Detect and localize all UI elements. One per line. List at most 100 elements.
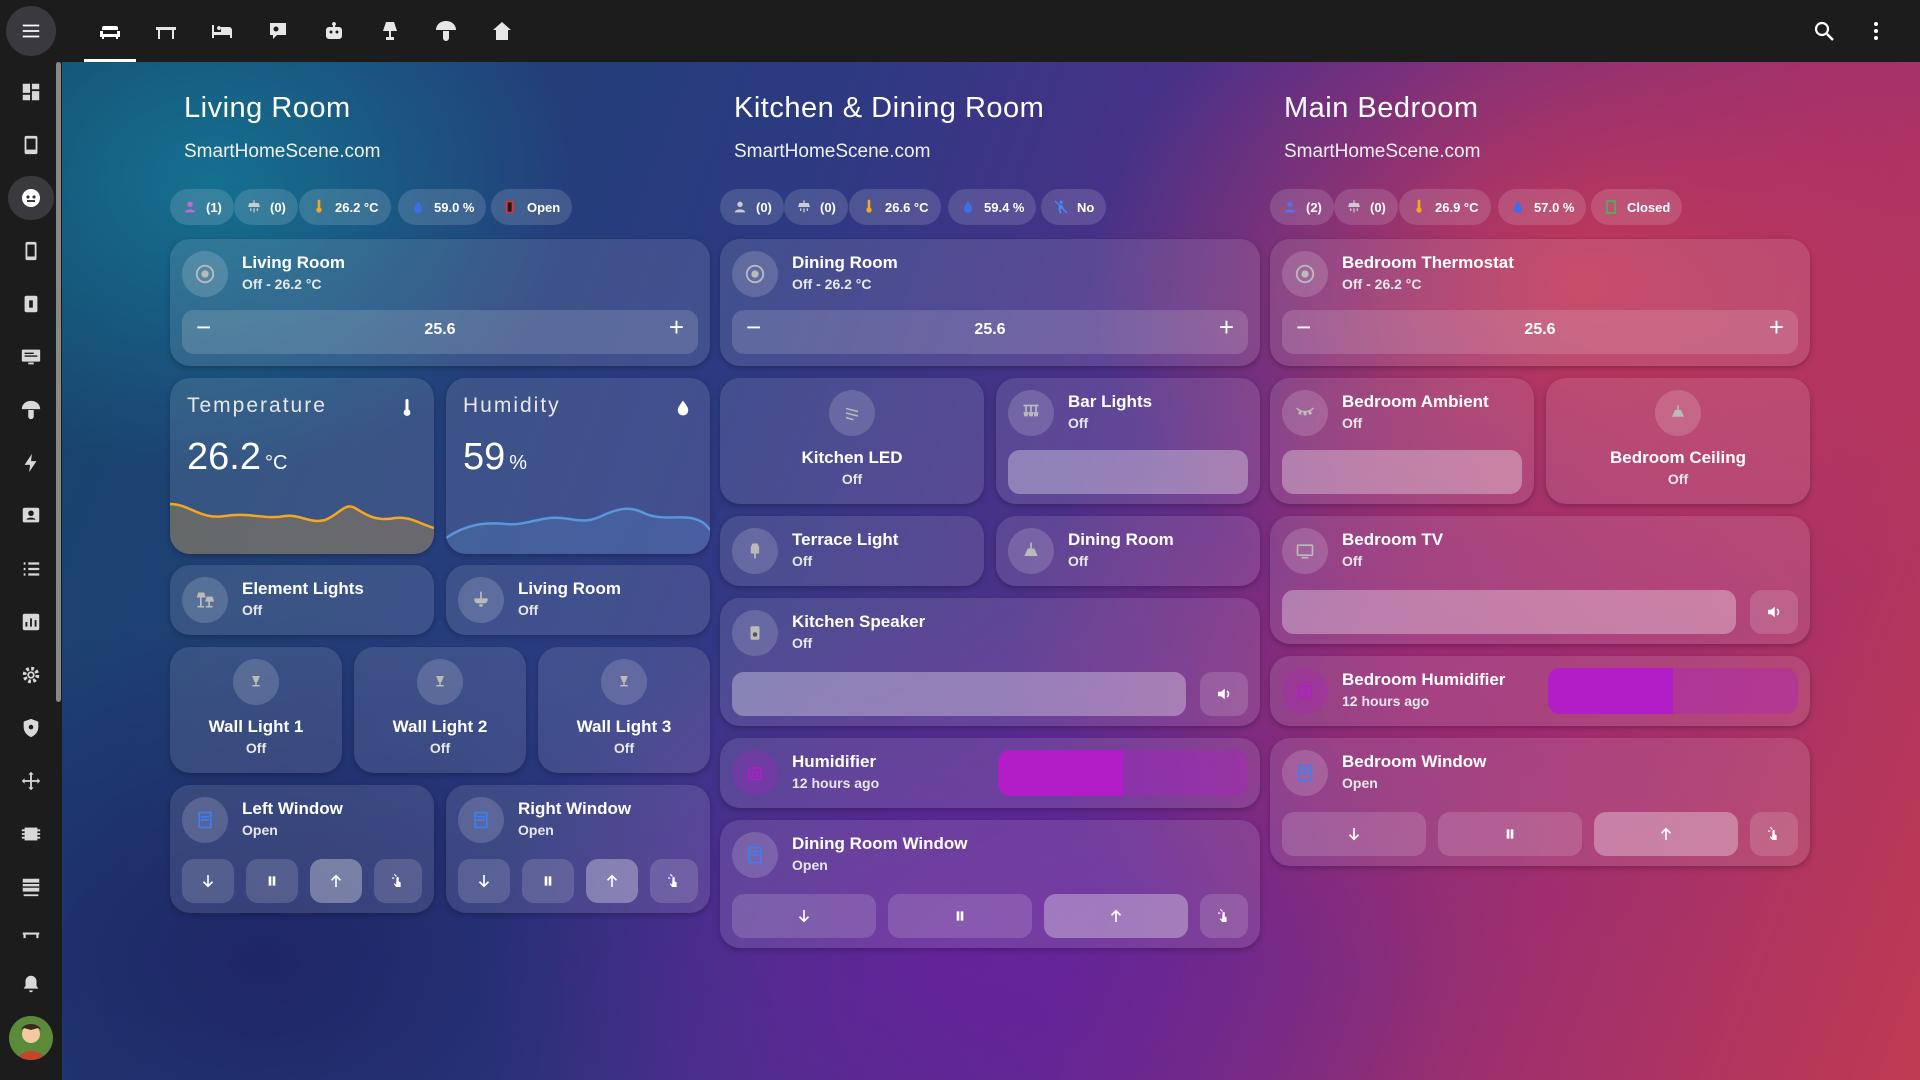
menu-button[interactable] [6, 6, 56, 56]
position-button[interactable] [374, 859, 422, 903]
chip-persons[interactable]: (1) [170, 189, 234, 225]
wall-light-1-card[interactable]: Wall Light 1 Off [170, 647, 342, 773]
position-button[interactable] [1200, 894, 1248, 938]
chip-persons[interactable]: (2) [1270, 189, 1334, 225]
tab-robot[interactable] [306, 0, 362, 62]
kitchen-speaker-card[interactable]: Kitchen Speaker Off [720, 598, 1260, 726]
bar-lights-card[interactable]: Bar Lights Off [996, 378, 1260, 504]
bedroom-window-card[interactable]: Bedroom Window Open [1270, 738, 1810, 866]
thermostat-card[interactable]: Dining Room Off - 26.2 °C − 25.6 + [720, 239, 1260, 366]
humidity-target-slider[interactable] [998, 750, 1248, 796]
chip-temperature[interactable]: 26.2 °C [299, 189, 391, 225]
chip-door-status[interactable]: Open [491, 189, 573, 225]
stop-button[interactable] [1438, 812, 1582, 856]
chip-humidity[interactable]: 59.0 % [398, 189, 487, 225]
dining-room-light-card[interactable]: Dining Room Off [996, 516, 1260, 586]
sidebar-item-mushroom[interactable] [0, 172, 62, 224]
sidebar-item-mushroom-2[interactable] [0, 384, 62, 436]
bedroom-ceiling-card[interactable]: Bedroom Ceiling Off [1546, 378, 1810, 504]
search-button[interactable] [1800, 0, 1848, 62]
tab-living-room[interactable] [82, 0, 138, 62]
chip-motion[interactable]: No [1041, 189, 1107, 225]
thermostat-card[interactable]: Bedroom Thermostat Off - 26.2 °C − 25.6 … [1270, 239, 1810, 366]
sidebar-item-settings[interactable] [0, 649, 62, 701]
increase-button[interactable]: + [1769, 312, 1784, 343]
window-shutter-icon [474, 811, 488, 829]
open-button[interactable] [310, 859, 362, 903]
thermostat-control: − 25.6 + [732, 310, 1248, 354]
increase-button[interactable]: + [1219, 312, 1234, 343]
sidebar-item-monitor[interactable] [0, 331, 62, 383]
position-button[interactable] [650, 859, 698, 903]
chip-temperature[interactable]: 26.9 °C [1399, 189, 1491, 225]
tv-icon [270, 23, 286, 39]
chip-humidity[interactable]: 57.0 % [1498, 189, 1587, 225]
stop-button[interactable] [888, 894, 1032, 938]
volume-button[interactable] [1200, 672, 1248, 716]
brightness-slider[interactable] [1282, 450, 1522, 494]
sidebar-item-energy[interactable] [0, 437, 62, 489]
position-button[interactable] [1750, 812, 1798, 856]
tab-home[interactable] [474, 0, 530, 62]
wall-light-3-card[interactable]: Wall Light 3 Off [538, 647, 710, 773]
sidebar-item-notifications[interactable] [0, 958, 62, 1010]
volume-slider[interactable] [732, 672, 1186, 716]
close-button[interactable] [1282, 812, 1426, 856]
close-button[interactable] [458, 859, 510, 903]
sidebar-item-security[interactable] [0, 702, 62, 754]
tab-media[interactable] [250, 0, 306, 62]
humidity-target-slider[interactable] [1548, 668, 1798, 714]
humidity-sensor-card[interactable]: Humidity 59% [446, 378, 710, 554]
open-button[interactable] [1044, 894, 1188, 938]
left-window-card[interactable]: Left Window Open [170, 785, 434, 913]
terrace-light-card[interactable]: Terrace Light Off [720, 516, 984, 586]
sidebar-item-tablet[interactable] [0, 119, 62, 171]
volume-button[interactable] [1750, 590, 1798, 634]
kitchen-led-card[interactable]: Kitchen LED Off [720, 378, 984, 504]
chip-humidity[interactable]: 59.4 % [948, 189, 1037, 225]
chip-door-status[interactable]: Closed [1591, 189, 1683, 225]
chip-persons[interactable]: (0) [720, 189, 784, 225]
close-button[interactable] [732, 894, 876, 938]
open-button[interactable] [1594, 812, 1738, 856]
wall-light-2-card[interactable]: Wall Light 2 Off [354, 647, 526, 773]
thermostat-card[interactable]: Living Room Off - 26.2 °C − 25.6 + [170, 239, 710, 366]
sidebar-item-hardware[interactable] [0, 808, 62, 860]
increase-button[interactable]: + [669, 312, 684, 343]
volume-slider[interactable] [1282, 590, 1736, 634]
stop-button[interactable] [522, 859, 574, 903]
tab-bedroom[interactable] [194, 0, 250, 62]
living-room-light-card[interactable]: Living Room Off [446, 565, 710, 635]
chip-lights[interactable]: (0) [784, 189, 848, 225]
chip-lights[interactable]: (0) [234, 189, 298, 225]
sidebar-item-overview[interactable] [0, 66, 62, 118]
chip-lights[interactable]: (0) [1334, 189, 1398, 225]
right-window-card[interactable]: Right Window Open [446, 785, 710, 913]
tab-dining[interactable] [138, 0, 194, 62]
sidebar-scrollbar[interactable] [56, 62, 61, 702]
bedroom-ambient-card[interactable]: Bedroom Ambient Off [1270, 378, 1534, 504]
sidebar-item-people[interactable] [0, 490, 62, 542]
bedroom-tv-card[interactable]: Bedroom TV Off [1270, 516, 1810, 644]
dining-room-window-card[interactable]: Dining Room Window Open [720, 820, 1260, 948]
open-button[interactable] [586, 859, 638, 903]
ceiling-light-icon [798, 200, 810, 213]
more-options-button[interactable] [1852, 0, 1900, 62]
avatar[interactable] [9, 1016, 53, 1060]
sidebar-item-device[interactable] [0, 278, 62, 330]
close-button[interactable] [182, 859, 234, 903]
sidebar-item-history[interactable] [0, 596, 62, 648]
tab-mushroom[interactable] [418, 0, 474, 62]
bedroom-humidifier-card[interactable]: Bedroom Humidifier 12 hours ago [1270, 656, 1810, 726]
sidebar-item-phone[interactable] [0, 225, 62, 277]
chip-temperature[interactable]: 26.6 °C [849, 189, 941, 225]
sidebar-item-logbook[interactable] [0, 543, 62, 595]
brightness-slider[interactable] [1008, 450, 1248, 494]
temperature-sensor-card[interactable]: Temperature 26.2 °C [170, 378, 434, 554]
sidebar-item-hacs[interactable] [0, 861, 62, 913]
stop-button[interactable] [246, 859, 298, 903]
element-lights-card[interactable]: Element Lights Off [170, 565, 434, 635]
sidebar-item-network[interactable] [0, 755, 62, 807]
tab-lights[interactable] [362, 0, 418, 62]
humidifier-card[interactable]: Humidifier 12 hours ago [720, 738, 1260, 808]
